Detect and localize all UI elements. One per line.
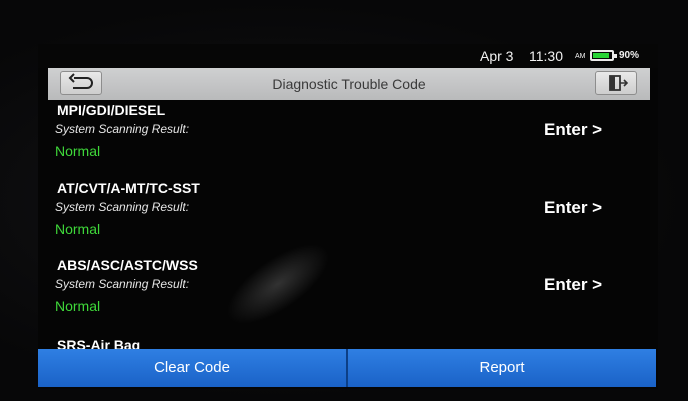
- exit-button[interactable]: [595, 71, 637, 95]
- scan-result-status: Normal: [55, 143, 101, 159]
- exit-door-icon: [609, 75, 629, 91]
- system-name: MPI/GDI/DIESEL: [57, 102, 166, 118]
- scan-result-label: System Scanning Result:: [55, 122, 190, 136]
- status-date: Apr 3: [480, 48, 514, 64]
- battery-icon: [590, 50, 617, 61]
- system-item-abs-asc[interactable]: ABS/ASC/ASTC/WSS System Scanning Result:…: [38, 257, 658, 335]
- system-name: AT/CVT/A-MT/TC-SST: [57, 180, 200, 196]
- status-time: 11:30: [529, 48, 563, 64]
- status-bar: Apr 3 11:30 AM 90%: [38, 44, 658, 68]
- title-bar: Diagnostic Trouble Code: [48, 68, 650, 100]
- scanner-screen: Apr 3 11:30 AM 90% Diagnostic Trouble Co…: [38, 44, 658, 389]
- system-item-mpi-gdi-diesel[interactable]: MPI/GDI/DIESEL System Scanning Result: N…: [38, 102, 658, 180]
- status-ampm: AM: [575, 53, 586, 60]
- scan-result-status: Normal: [55, 221, 101, 237]
- report-button[interactable]: Report: [346, 349, 656, 387]
- battery-percent: 90%: [619, 50, 640, 61]
- enter-button[interactable]: Enter >: [544, 120, 602, 140]
- system-name: ABS/ASC/ASTC/WSS: [57, 257, 198, 273]
- enter-button[interactable]: Enter >: [544, 275, 602, 295]
- enter-button[interactable]: Enter >: [544, 198, 602, 218]
- system-list: MPI/GDI/DIESEL System Scanning Result: N…: [38, 100, 658, 351]
- scan-result-status: Normal: [55, 298, 101, 314]
- bottom-action-bar: Clear Code Report: [38, 349, 656, 387]
- scan-result-label: System Scanning Result:: [55, 277, 190, 291]
- page-title: Diagnostic Trouble Code: [272, 76, 426, 92]
- scan-result-label: System Scanning Result:: [55, 200, 190, 214]
- clear-code-button[interactable]: Clear Code: [38, 349, 346, 387]
- battery-level-fill: [593, 53, 609, 58]
- system-item-at-cvt[interactable]: AT/CVT/A-MT/TC-SST System Scanning Resul…: [38, 180, 658, 258]
